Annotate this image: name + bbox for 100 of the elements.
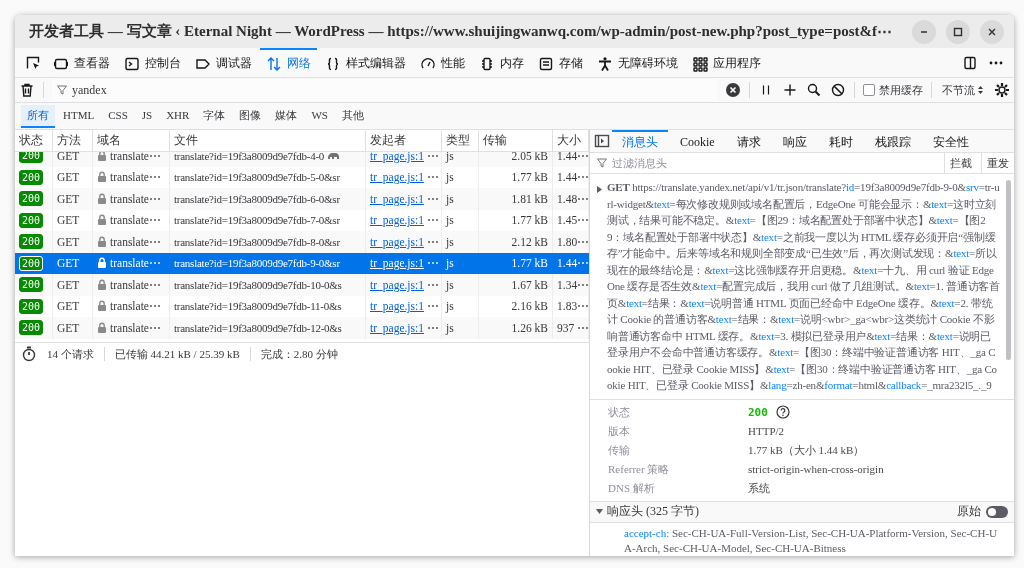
table-cell: 1.26 kB xyxy=(479,317,553,339)
updown-caret-icon xyxy=(977,85,984,95)
type-filter-button[interactable]: 字体 xyxy=(197,104,232,128)
maximize-icon xyxy=(952,25,964,38)
type-filter-button[interactable]: 所有 xyxy=(21,104,55,128)
file-text: translate?id=19f3a8009d9e7fdb-9-0&sr xyxy=(174,257,340,270)
type-filter-button[interactable]: XHR xyxy=(160,106,196,126)
domain-text: translate⋯ xyxy=(110,213,161,228)
table-cell: js xyxy=(442,317,479,339)
column-header[interactable]: 状态 xyxy=(15,130,53,151)
tool-tab[interactable]: 控制台 xyxy=(118,48,187,77)
initiator-link[interactable]: tr_page.js:1 xyxy=(370,278,424,291)
detail-tab[interactable]: 栈跟踪 xyxy=(864,130,921,152)
field-value: HTTP/2 xyxy=(748,424,786,439)
action-button[interactable]: 重发 xyxy=(981,153,1014,173)
table-cell: 2.12 kB xyxy=(479,231,553,253)
status-badge: 200 xyxy=(19,191,44,207)
section-title: 响应头 (325 字节) xyxy=(607,503,700,521)
domain-text: translate⋯ xyxy=(110,320,161,335)
detail-tab[interactable]: Cookie xyxy=(670,130,725,152)
field-label: 传输 xyxy=(608,442,631,458)
tool-tab[interactable]: 内存 xyxy=(473,48,530,77)
type-filter-button[interactable]: CSS xyxy=(102,106,134,126)
column-header[interactable]: 发起者 xyxy=(366,130,442,151)
initiator-link[interactable]: tr_page.js:1 xyxy=(370,171,424,184)
header-filter-field[interactable]: 过滤消息头 xyxy=(612,157,940,169)
initiator-link[interactable]: tr_page.js:1 xyxy=(370,235,424,248)
funnel-icon xyxy=(596,157,608,169)
raw-toggle[interactable]: 原始 xyxy=(957,504,1008,520)
tool-tab[interactable]: 性能 xyxy=(414,48,471,77)
search-icon[interactable] xyxy=(806,82,822,98)
tool-tab[interactable]: 应用程序 xyxy=(686,48,767,77)
type-filter-button[interactable]: 其他 xyxy=(335,104,370,128)
add-icon[interactable] xyxy=(782,82,798,98)
tool-tab[interactable]: 存储 xyxy=(532,48,589,77)
request-row[interactable]: 200 GET translate⋯ translate?id=19f3a8009d9e7fdb-10-0&s tr_page.js:1 ⋯ js 1.67 kB 1.34⋯ xyxy=(15,274,589,296)
status-badge: 200 xyxy=(19,152,44,164)
type-filter-button[interactable]: HTML xyxy=(57,106,101,126)
settings-icon[interactable] xyxy=(994,82,1010,98)
help-icon[interactable] xyxy=(775,405,790,419)
column-header[interactable]: 文件 xyxy=(170,130,366,151)
status-badge: 200 xyxy=(19,212,44,228)
column-header[interactable]: 传输 xyxy=(479,130,553,151)
type-filter-button[interactable]: 媒体 xyxy=(269,104,304,128)
action-button[interactable]: 拦截 xyxy=(944,153,977,173)
file-text: translate?id=19f3a8009d9e7fdb-5-0&sr xyxy=(174,171,340,184)
initiator-link[interactable]: tr_page.js:1 xyxy=(370,257,424,270)
request-row[interactable]: 200 GET translate⋯ translate?id=19f3a8009d9e7fdb-6-0&sr tr_page.js:1 ⋯ js 1.81 kB 1.48⋯ xyxy=(15,188,589,210)
detail-tab[interactable]: 消息头 xyxy=(612,130,668,152)
clear-icon[interactable] xyxy=(725,82,741,98)
status-badge: 200 xyxy=(19,169,44,185)
type-filter-button[interactable]: WS xyxy=(305,106,334,126)
block-icon[interactable] xyxy=(830,82,846,98)
table-cell: js xyxy=(442,274,479,296)
domain-text: translate⋯ xyxy=(110,170,161,185)
tool-tab[interactable]: 调试器 xyxy=(189,48,258,77)
request-row[interactable]: 200 GET translate⋯ translate?id=19f3a8009d9e7fdb-12-0&s tr_page.js:1 ⋯ js 1.26 kB 937 ⋯ xyxy=(15,317,589,339)
field-label: Referrer 策略 xyxy=(608,461,671,477)
tool-tab[interactable]: 样式编辑器 xyxy=(319,48,412,77)
trash-icon[interactable] xyxy=(19,82,35,98)
lock-icon xyxy=(97,214,107,227)
column-header[interactable]: 方法 xyxy=(53,130,93,151)
funnel-icon xyxy=(56,84,68,96)
file-text: translate?id=19f3a8009d9e7fdb-8-0&sr xyxy=(174,235,340,248)
detail-tab[interactable]: 请求 xyxy=(726,130,771,152)
stopwatch-icon xyxy=(21,346,37,362)
column-header[interactable]: 域名 xyxy=(93,130,170,151)
tool-tab[interactable]: 查看器 xyxy=(47,48,116,77)
initiator-ellipsis: ⋯ xyxy=(427,256,439,271)
column-header[interactable]: 大小 xyxy=(553,130,589,151)
domain-text: translate⋯ xyxy=(110,152,161,163)
side-panel-icon[interactable] xyxy=(594,133,610,149)
tool-tab[interactable]: 无障碍环境 xyxy=(591,48,684,77)
lock-icon xyxy=(97,171,107,184)
initiator-link[interactable]: tr_page.js:1 xyxy=(370,192,424,205)
type-filter-button[interactable]: 图像 xyxy=(233,104,268,128)
scrollbar[interactable] xyxy=(1006,180,1011,360)
type-filter-button[interactable]: JS xyxy=(135,106,159,126)
detail-tab[interactable]: 安全性 xyxy=(922,130,979,152)
initiator-link[interactable]: tr_page.js:1 xyxy=(370,152,424,162)
request-row[interactable]: 200 GET translate⋯ translate?id=19f3a8009d9e7fdb-9-0&sr tr_page.js:1 ⋯ js 1.77 kB 1.44⋯ xyxy=(15,252,589,274)
initiator-link[interactable]: tr_page.js:1 xyxy=(370,321,424,334)
close-button[interactable] xyxy=(980,19,1004,44)
disclosure-triangle-icon[interactable] xyxy=(596,185,603,194)
disclosure-triangle-icon[interactable] xyxy=(595,508,604,516)
table-cell: js xyxy=(442,188,479,210)
request-row[interactable]: 200 GET translate⋯ translate?id=19f3a8009d9e7fdb-4-0 tr_page.js:1 ⋯ js 2.05 kB 1.44⋯ xyxy=(15,152,589,167)
column-header[interactable]: 类型 xyxy=(442,130,479,151)
disable-cache-checkbox[interactable]: 禁用缓存 xyxy=(863,82,923,98)
lock-icon xyxy=(97,152,107,162)
maximize-button[interactable] xyxy=(946,19,970,44)
chip-icon xyxy=(479,55,495,72)
detail-tab[interactable]: 耗时 xyxy=(818,130,863,152)
initiator-link[interactable]: tr_page.js:1 xyxy=(370,300,424,313)
request-row[interactable]: 200 GET translate⋯ translate?id=19f3a8009d9e7fdb-8-0&sr tr_page.js:1 ⋯ js 2.12 kB 1.80⋯ xyxy=(15,231,589,253)
throttle-dropdown[interactable]: 不节流 xyxy=(940,82,986,98)
detail-tab[interactable]: 响应 xyxy=(772,130,817,152)
initiator-link[interactable]: tr_page.js:1 xyxy=(370,214,424,227)
file-text: translate?id=19f3a8009d9e7fdb-12-0&s xyxy=(174,321,342,334)
table-cell: 1.34⋯ xyxy=(553,274,589,296)
